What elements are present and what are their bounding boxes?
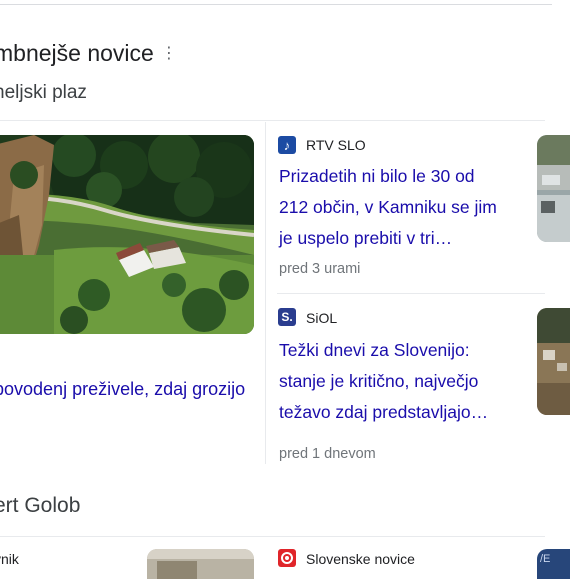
story-timestamp: pred 1 dnevom (279, 446, 376, 462)
headline-line: Težki dnevi za Slovenijo: (279, 340, 470, 360)
story-thumbnail[interactable] (537, 308, 570, 415)
landslide-aerial-photo (0, 135, 254, 334)
siol-logo-icon: S. (278, 308, 296, 326)
featured-story-headline[interactable]: povodenj preživele, zdaj grozijo (0, 379, 245, 400)
story-cluster-title[interactable]: ert Golob (0, 494, 80, 518)
story-cluster-title[interactable]: neljski plaz (0, 82, 87, 104)
story-source: Slovenske novice (306, 551, 415, 567)
slovenske-novice-logo-icon (278, 549, 296, 572)
top-divider (0, 4, 552, 5)
news-photo (147, 549, 254, 579)
story-source: SiOL (306, 310, 338, 326)
story-thumbnail[interactable]: /E (537, 549, 570, 579)
headline-line: 212 občin, v Kamniku se jim (279, 197, 497, 217)
featured-story-image[interactable] (0, 135, 254, 334)
story-source: RTV SLO (306, 137, 366, 153)
headline-line: je uspelo prebiti v tri… (279, 228, 453, 248)
section-title: mbnejše novice (0, 40, 154, 66)
column-divider (265, 122, 266, 464)
headline-line: Prizadetih ni bilo le 30 od (279, 166, 475, 186)
story-headline[interactable]: Težki dnevi za Slovenijo: stanje je krit… (279, 335, 524, 428)
rtv-slo-logo-icon: ♪ (278, 136, 296, 154)
story-thumbnail[interactable] (147, 549, 254, 579)
divider (0, 536, 545, 537)
divider (0, 120, 545, 121)
more-options-icon[interactable]: ⋮ (161, 43, 177, 63)
story-thumbnail[interactable] (537, 135, 570, 242)
slovenske-novice-logo-icon-svg (278, 549, 296, 567)
top-stories-heading: mbnejše novice ⋮ (0, 40, 177, 67)
story-source: vnik (0, 551, 19, 567)
story-headline[interactable]: Prizadetih ni bilo le 30 od 212 občin, v… (279, 161, 524, 254)
story-timestamp: pred 3 urami (279, 261, 361, 277)
thumbnail-text: /E (540, 553, 551, 565)
headline-line: težavo zdaj predstavljajo… (279, 402, 489, 422)
flooded-town-photo (537, 308, 570, 415)
headline-line: stanje je kritično, največjo (279, 371, 479, 391)
story-divider (277, 293, 545, 294)
flood-street-photo (537, 135, 570, 242)
